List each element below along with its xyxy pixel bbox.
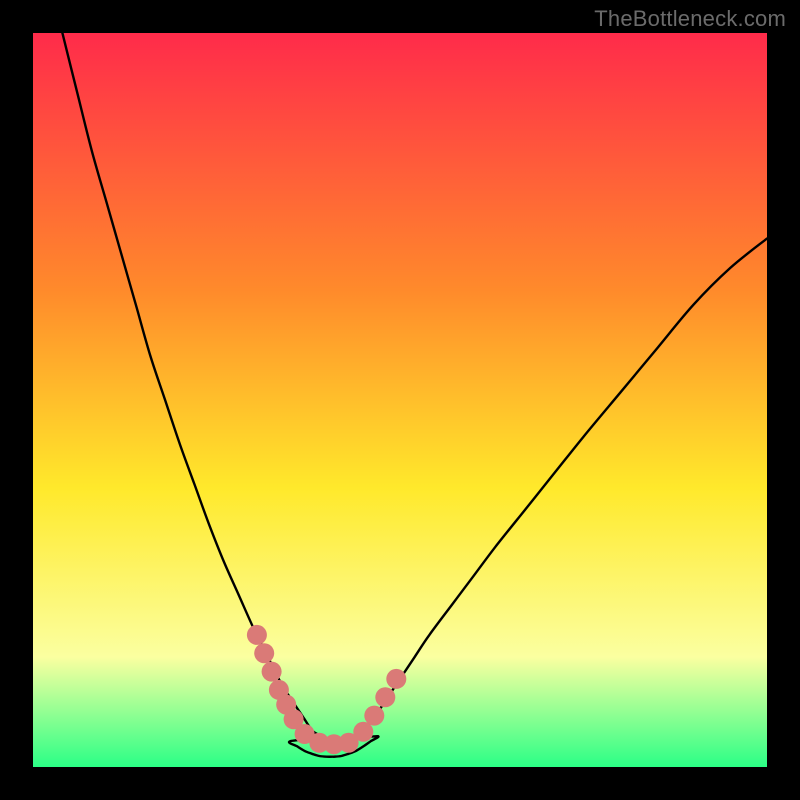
highlight-dot — [247, 625, 267, 645]
watermark-text: TheBottleneck.com — [594, 6, 786, 32]
plot-area — [33, 33, 767, 767]
highlight-dot — [386, 669, 406, 689]
gradient-background — [33, 33, 767, 767]
highlight-dot — [262, 662, 282, 682]
highlight-dot — [353, 722, 373, 742]
chart-frame: TheBottleneck.com — [0, 0, 800, 800]
highlight-dot — [254, 643, 274, 663]
highlight-dot — [364, 706, 384, 726]
highlight-dot — [375, 687, 395, 707]
chart-svg — [33, 33, 767, 767]
